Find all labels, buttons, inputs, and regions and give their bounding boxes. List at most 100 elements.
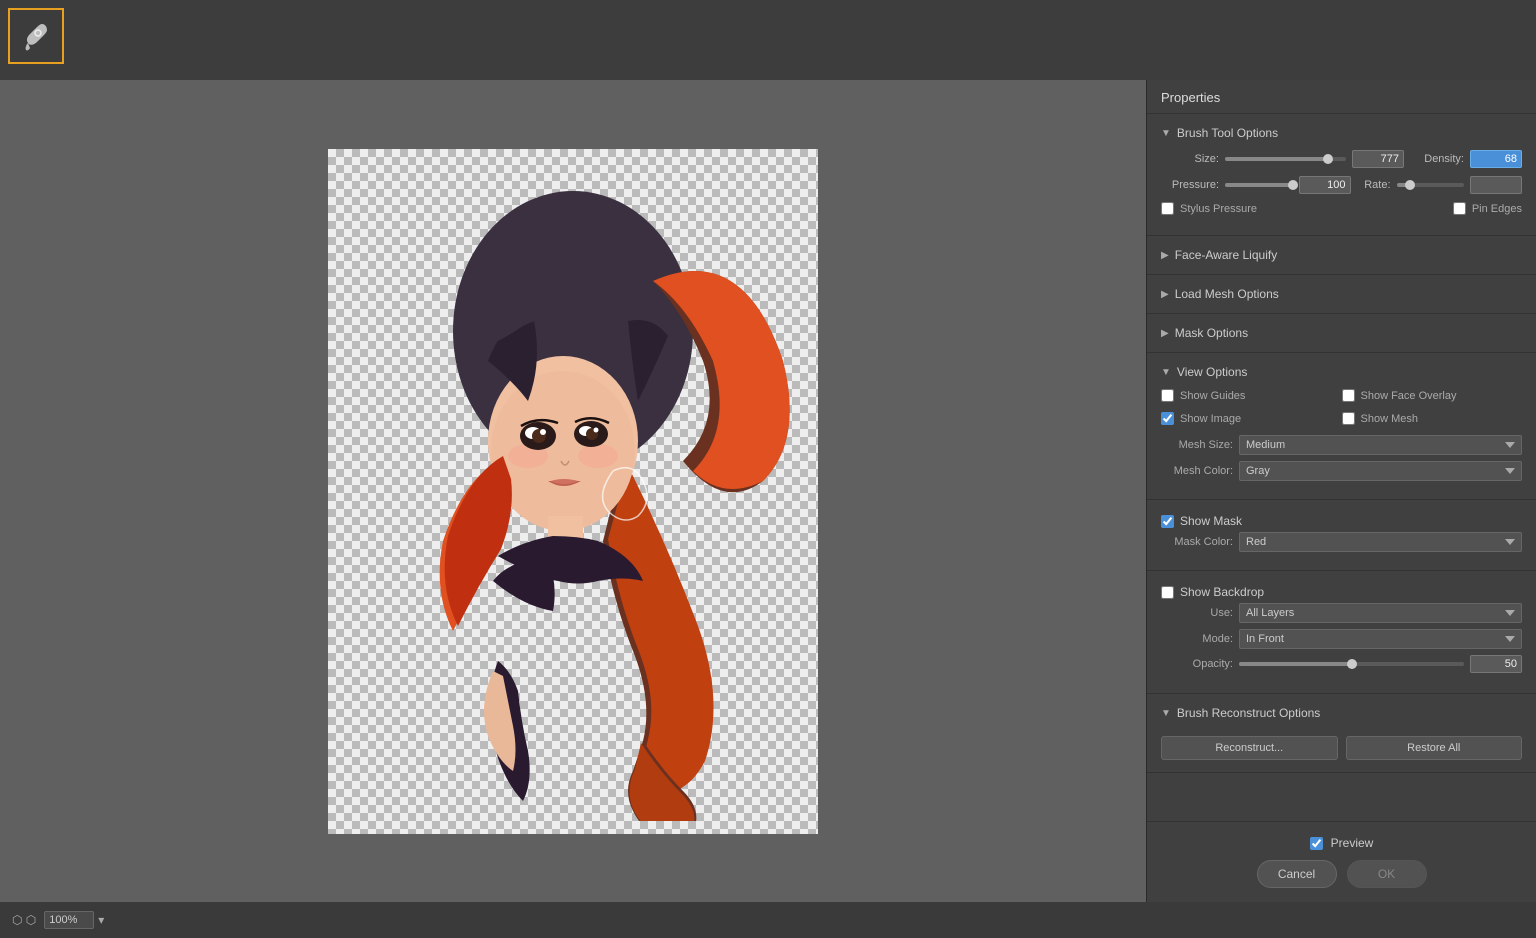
opacity-slider-thumb[interactable] <box>1347 659 1357 669</box>
brush-reconstruct-content: Reconstruct... Restore All <box>1147 724 1536 764</box>
mask-color-label: Mask Color: <box>1161 536 1233 548</box>
show-image-label: Show Image <box>1180 413 1241 425</box>
mesh-size-select[interactable]: Medium Small Large <box>1239 435 1522 455</box>
opacity-slider-fill <box>1239 662 1352 666</box>
backdrop-mode-select[interactable]: In Front Behind Blend <box>1239 629 1522 649</box>
show-mesh-row: Show Mesh <box>1342 412 1523 425</box>
artwork-display <box>328 149 818 834</box>
backdrop-use-select[interactable]: All Layers Layer 0 <box>1239 603 1522 623</box>
cancel-button[interactable]: Cancel <box>1257 860 1337 888</box>
opacity-slider[interactable] <box>1239 662 1464 666</box>
show-guides-label: Show Guides <box>1180 390 1245 402</box>
reconstruct-buttons: Reconstruct... Restore All <box>1161 736 1522 760</box>
triangle-down-icon: ▼ <box>1161 128 1171 139</box>
stylus-pressure-label: Stylus Pressure <box>1180 203 1257 215</box>
preview-checkbox[interactable] <box>1310 837 1323 850</box>
triangle-right-icon2: ▶ <box>1161 289 1169 300</box>
show-guides-row: Show Guides <box>1161 389 1342 402</box>
zoom-dropdown-arrow[interactable]: ▾ <box>98 913 104 927</box>
panel-footer: Preview Cancel OK <box>1147 821 1536 902</box>
rate-slider-thumb[interactable] <box>1405 180 1415 190</box>
pressure-label: Pressure: <box>1161 179 1219 191</box>
panel-spacer <box>1147 773 1536 821</box>
footer-buttons: Cancel OK <box>1161 860 1522 888</box>
pin-edges-checkbox[interactable] <box>1453 202 1466 215</box>
brush-reconstruct-header[interactable]: ▼ Brush Reconstruct Options <box>1147 702 1536 724</box>
mesh-size-row: Mesh Size: Medium Small Large <box>1161 435 1522 455</box>
pin-edges-label: Pin Edges <box>1472 203 1522 215</box>
view-options-section: ▼ View Options Show Guides Show Face Ove… <box>1147 353 1536 500</box>
restore-all-button[interactable]: Restore All <box>1346 736 1523 760</box>
mesh-color-select[interactable]: Gray Red Green Blue White Black <box>1239 461 1522 481</box>
stylus-pressure-checkbox[interactable] <box>1161 202 1174 215</box>
backdrop-opacity-label: Opacity: <box>1161 658 1233 670</box>
properties-panel: Properties ▼ Brush Tool Options Size: De <box>1146 80 1536 902</box>
backdrop-use-row: Use: All Layers Layer 0 <box>1161 603 1522 623</box>
size-slider-thumb[interactable] <box>1323 154 1333 164</box>
rate-slider-fill <box>1397 183 1411 187</box>
backdrop-use-label: Use: <box>1161 607 1233 619</box>
show-backdrop-checkbox[interactable] <box>1161 586 1174 599</box>
rate-slider[interactable] <box>1397 183 1465 187</box>
show-face-overlay-row: Show Face Overlay <box>1342 389 1523 402</box>
face-aware-header[interactable]: ▶ Face-Aware Liquify <box>1147 244 1536 266</box>
load-mesh-header[interactable]: ▶ Load Mesh Options <box>1147 283 1536 305</box>
size-input[interactable] <box>1352 150 1404 168</box>
density-label: Density: <box>1410 153 1464 165</box>
show-mesh-checkbox[interactable] <box>1342 412 1355 425</box>
mesh-size-label: Mesh Size: <box>1161 439 1233 451</box>
show-guides-checkbox[interactable] <box>1161 389 1174 402</box>
size-slider-fill <box>1225 157 1328 161</box>
mask-color-select[interactable]: Red Green Blue Gray White Black <box>1239 532 1522 552</box>
rate-label: Rate: <box>1357 179 1391 191</box>
triangle-down-icon2: ▼ <box>1161 367 1171 378</box>
size-label: Size: <box>1161 153 1219 165</box>
pressure-slider[interactable] <box>1225 183 1293 187</box>
size-row: Size: Density: <box>1161 150 1522 168</box>
ok-button[interactable]: OK <box>1347 860 1427 888</box>
opacity-input[interactable] <box>1470 655 1522 673</box>
show-mask-content: Show Mask Mask Color: Red Green Blue Gra… <box>1147 508 1536 562</box>
face-aware-label: Face-Aware Liquify <box>1175 248 1278 262</box>
rate-input[interactable] <box>1470 176 1522 194</box>
zoom-input[interactable] <box>44 911 94 929</box>
face-aware-section: ▶ Face-Aware Liquify <box>1147 236 1536 275</box>
pressure-row: Pressure: Rate: <box>1161 176 1522 194</box>
brush-tool-options-label: Brush Tool Options <box>1177 126 1278 140</box>
view-options-content: Show Guides Show Face Overlay Show Image… <box>1147 383 1536 491</box>
pressure-slider-fill <box>1225 183 1293 187</box>
show-mask-section: Show Mask Mask Color: Red Green Blue Gra… <box>1147 500 1536 571</box>
density-input[interactable] <box>1470 150 1522 168</box>
mesh-color-label: Mesh Color: <box>1161 465 1233 477</box>
reconstruct-button[interactable]: Reconstruct... <box>1161 736 1338 760</box>
stylus-pressure-row: Stylus Pressure <box>1161 202 1257 215</box>
show-face-overlay-checkbox[interactable] <box>1342 389 1355 402</box>
pressure-slider-thumb[interactable] <box>1288 180 1298 190</box>
preview-label: Preview <box>1331 836 1374 850</box>
zoom-display: ▾ <box>44 911 104 929</box>
mask-options-header[interactable]: ▶ Mask Options <box>1147 322 1536 344</box>
show-backdrop-section: Show Backdrop Use: All Layers Layer 0 Mo… <box>1147 571 1536 694</box>
load-mesh-label: Load Mesh Options <box>1175 287 1279 301</box>
mask-color-row: Mask Color: Red Green Blue Gray White Bl… <box>1161 532 1522 552</box>
show-mask-row: Show Mask <box>1161 514 1522 528</box>
show-face-overlay-label: Show Face Overlay <box>1361 390 1457 402</box>
show-backdrop-label: Show Backdrop <box>1180 585 1264 599</box>
show-mask-checkbox[interactable] <box>1161 515 1174 528</box>
size-slider[interactable] <box>1225 157 1346 161</box>
brush-tool-options-header[interactable]: ▼ Brush Tool Options <box>1147 122 1536 144</box>
brush-tool-options-content: Size: Density: Pressure: <box>1147 144 1536 227</box>
show-backdrop-content: Show Backdrop Use: All Layers Layer 0 Mo… <box>1147 579 1536 685</box>
show-image-checkbox[interactable] <box>1161 412 1174 425</box>
show-mask-label: Show Mask <box>1180 514 1242 528</box>
pin-edges-row: Pin Edges <box>1453 202 1522 215</box>
backdrop-mode-label: Mode: <box>1161 633 1233 645</box>
brush-reconstruct-label: Brush Reconstruct Options <box>1177 706 1320 720</box>
pressure-input[interactable] <box>1299 176 1351 194</box>
view-options-header[interactable]: ▼ View Options <box>1147 361 1536 383</box>
tool-icon-box[interactable] <box>8 8 64 64</box>
preview-row: Preview <box>1161 836 1522 850</box>
mask-options-section: ▶ Mask Options <box>1147 314 1536 353</box>
view-options-label: View Options <box>1177 365 1247 379</box>
brush-tool-options-section: ▼ Brush Tool Options Size: Density: <box>1147 114 1536 236</box>
